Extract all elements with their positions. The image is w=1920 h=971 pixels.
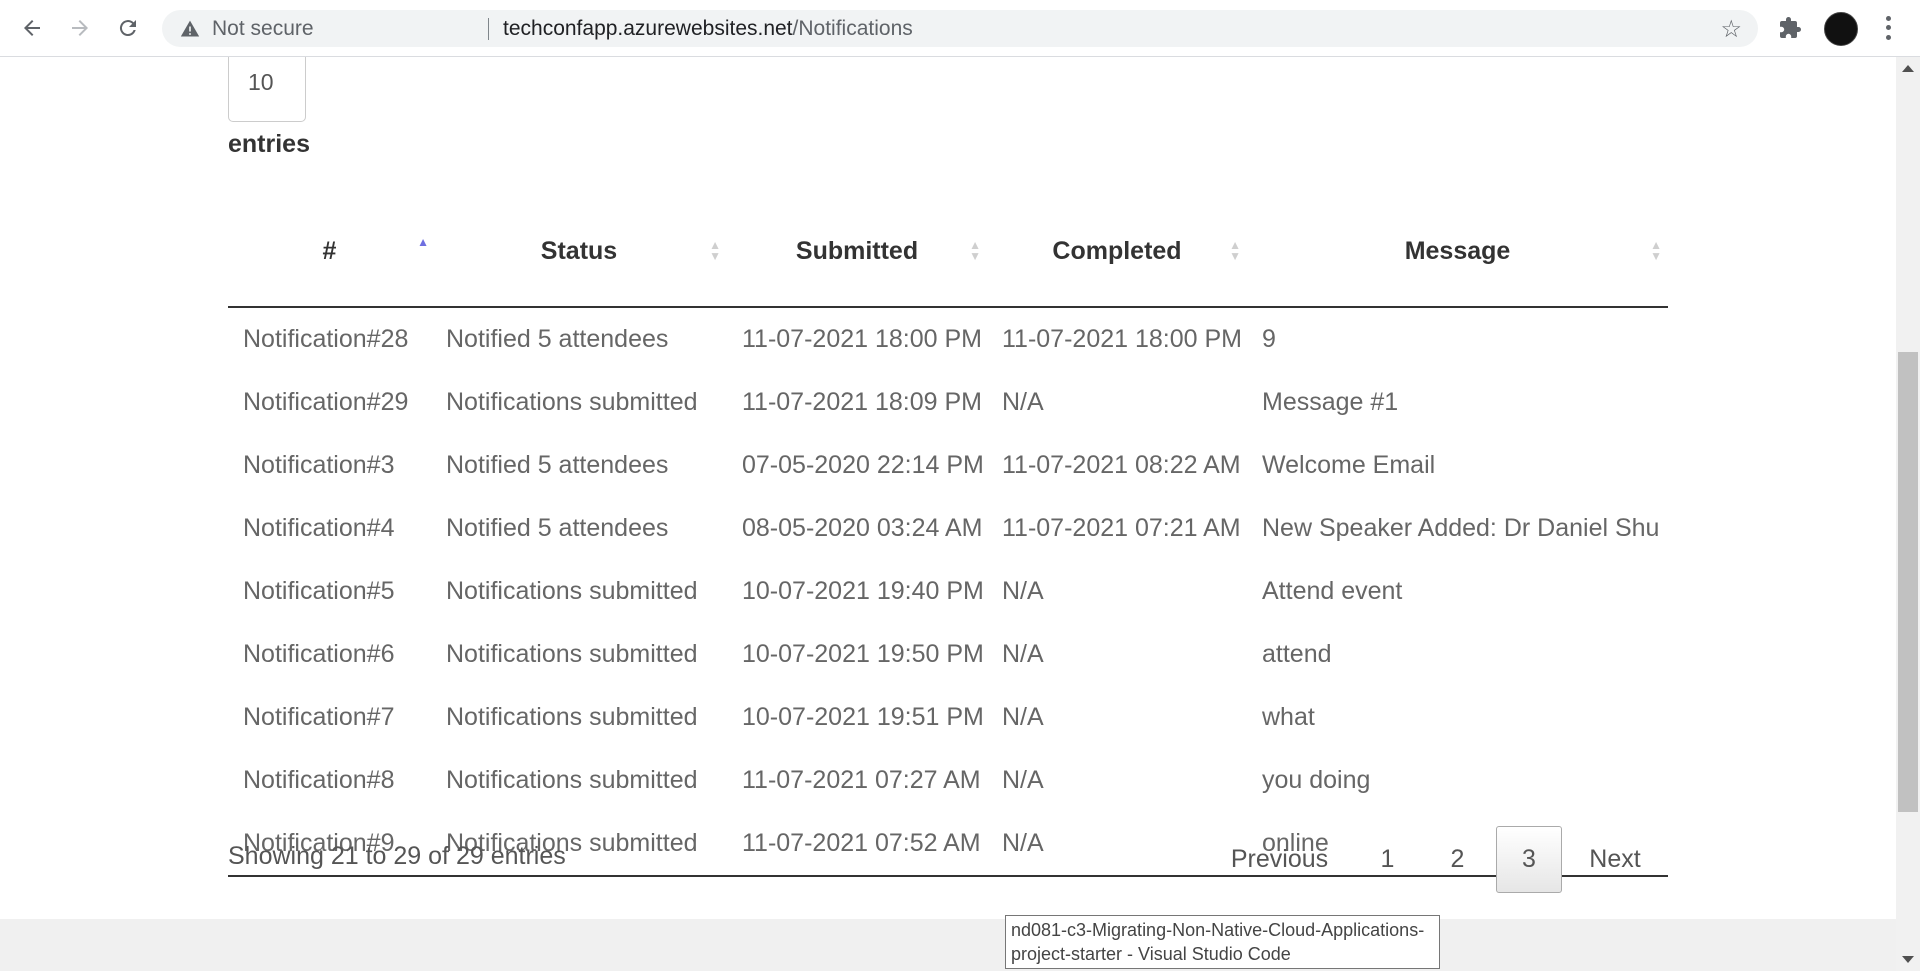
table-row: Notification#4 Notified 5 attendees 08-0… bbox=[228, 497, 1668, 560]
pagination-page-1[interactable]: 1 bbox=[1360, 826, 1415, 893]
cell-submitted: 07-05-2020 22:14 PM bbox=[742, 451, 984, 479]
pagination-page-3-current[interactable]: 3 bbox=[1496, 826, 1562, 893]
cell-completed: 11-07-2021 07:21 AM bbox=[1002, 514, 1241, 542]
warning-icon bbox=[180, 20, 200, 37]
page-footer bbox=[0, 919, 1896, 971]
cell-id: Notification#3 bbox=[243, 451, 395, 479]
scroll-down-icon[interactable] bbox=[1902, 956, 1914, 963]
table-header-row: # ▲ ▼ Status ▲ ▼ Submitted ▲ ▼ Completed ▲ ▼ Mes… bbox=[228, 197, 1668, 308]
column-header-label: Completed bbox=[1052, 237, 1182, 265]
forward-icon[interactable] bbox=[66, 14, 94, 42]
browser-menu-icon[interactable] bbox=[1882, 14, 1894, 42]
cell-completed: N/A bbox=[1002, 640, 1044, 668]
sort-icon: ▲ ▼ bbox=[709, 238, 721, 263]
sort-icon: ▲ ▼ bbox=[1229, 238, 1241, 263]
cell-id: Notification#6 bbox=[243, 640, 395, 668]
entries-label: entries bbox=[228, 130, 310, 158]
cell-status: Notifications submitted bbox=[446, 640, 698, 668]
sort-icon: ▲ ▼ bbox=[969, 238, 981, 263]
bookmark-star-icon[interactable]: ☆ bbox=[1720, 15, 1742, 44]
cell-submitted: 11-07-2021 18:00 PM bbox=[742, 325, 982, 353]
cell-status: Notified 5 attendees bbox=[446, 451, 669, 479]
sort-icon: ▲ ▼ bbox=[1650, 238, 1662, 263]
cell-status: Notified 5 attendees bbox=[446, 514, 669, 542]
cell-submitted: 11-07-2021 18:09 PM bbox=[742, 388, 982, 416]
column-header-number[interactable]: # ▲ ▼ bbox=[228, 197, 431, 308]
column-header-status[interactable]: Status ▲ ▼ bbox=[431, 197, 727, 308]
cell-message: Welcome Email bbox=[1262, 451, 1436, 479]
scroll-up-icon[interactable] bbox=[1902, 65, 1914, 72]
table-row: Notification#5 Notifications submitted 1… bbox=[228, 560, 1668, 623]
table-row: Notification#7 Notifications submitted 1… bbox=[228, 686, 1668, 749]
pagination-page-2[interactable]: 2 bbox=[1430, 826, 1485, 893]
column-header-submitted[interactable]: Submitted ▲ ▼ bbox=[727, 197, 987, 308]
cell-submitted: 08-05-2020 03:24 AM bbox=[742, 514, 983, 542]
url-host: techconfapp.azurewebsites.net bbox=[503, 17, 793, 40]
cell-submitted: 11-07-2021 07:27 AM bbox=[742, 766, 981, 794]
cell-message: Message #1 bbox=[1262, 388, 1399, 416]
cell-id: Notification#8 bbox=[243, 766, 395, 794]
pagination-next[interactable]: Next bbox=[1575, 826, 1655, 893]
url-text[interactable]: techconfapp.azurewebsites.net/Notificati… bbox=[503, 17, 913, 41]
column-header-label: Status bbox=[540, 237, 618, 265]
cell-status: Notifications submitted bbox=[446, 388, 698, 416]
column-header-label: # bbox=[322, 237, 337, 265]
cell-message: what bbox=[1262, 703, 1315, 731]
cell-id: Notification#29 bbox=[243, 388, 409, 416]
column-header-label: Message bbox=[1404, 237, 1511, 265]
security-label[interactable]: Not secure bbox=[212, 17, 314, 41]
back-icon[interactable] bbox=[18, 14, 46, 42]
table-row: Notification#3 Notified 5 attendees 07-0… bbox=[228, 434, 1668, 497]
column-header-message[interactable]: Message ▲ ▼ bbox=[1247, 197, 1668, 308]
cell-message: attend bbox=[1262, 640, 1332, 668]
cell-submitted: 10-07-2021 19:50 PM bbox=[742, 640, 984, 668]
divider bbox=[488, 18, 489, 40]
cell-status: Notifications submitted bbox=[446, 766, 698, 794]
cell-completed: N/A bbox=[1002, 703, 1044, 731]
extensions-puzzle-icon[interactable] bbox=[1778, 16, 1802, 40]
cell-submitted: 10-07-2021 19:40 PM bbox=[742, 577, 984, 605]
cell-completed: 11-07-2021 08:22 AM bbox=[1002, 451, 1241, 479]
browser-toolbar: Not secure techconfapp.azurewebsites.net… bbox=[0, 0, 1920, 57]
cell-id: Notification#4 bbox=[243, 514, 395, 542]
cell-completed: 11-07-2021 18:00 PM bbox=[1002, 325, 1242, 353]
cell-submitted: 11-07-2021 07:52 AM bbox=[727, 812, 987, 877]
cell-completed: N/A bbox=[1002, 766, 1044, 794]
address-bar[interactable]: Not secure techconfapp.azurewebsites.net… bbox=[162, 10, 1758, 47]
cell-completed: N/A bbox=[1002, 388, 1044, 416]
table-row: Notification#28 Notified 5 attendees 11-… bbox=[228, 307, 1668, 371]
cell-message: Attend event bbox=[1262, 577, 1403, 605]
scrollbar-thumb[interactable] bbox=[1898, 352, 1918, 812]
table-row: Notification#6 Notifications submitted 1… bbox=[228, 623, 1668, 686]
cell-message: you doing bbox=[1262, 766, 1371, 794]
cell-id: Notification#5 bbox=[243, 577, 395, 605]
vertical-scrollbar[interactable] bbox=[1896, 57, 1920, 971]
cell-message: 9 bbox=[1262, 325, 1276, 353]
taskbar-tooltip: nd081-c3-Migrating-Non-Native-Cloud-Appl… bbox=[1005, 915, 1440, 969]
cell-id: Notification#7 bbox=[243, 703, 395, 731]
cell-status: Notified 5 attendees bbox=[446, 325, 669, 353]
profile-avatar[interactable] bbox=[1824, 12, 1858, 46]
page-content: 10 entries # ▲ ▼ Status ▲ ▼ Submitted ▲ ▼ Comp… bbox=[0, 57, 1896, 919]
cell-completed: N/A bbox=[1002, 577, 1044, 605]
cell-status: Notifications submitted bbox=[446, 577, 698, 605]
column-header-label: Submitted bbox=[795, 237, 919, 265]
sort-ascending-icon: ▲ ▼ bbox=[417, 235, 429, 260]
column-header-completed[interactable]: Completed ▲ ▼ bbox=[987, 197, 1247, 308]
table-info: Showing 21 to 29 of 29 entries bbox=[228, 842, 566, 870]
cell-submitted: 10-07-2021 19:51 PM bbox=[742, 703, 984, 731]
cell-id: Notification#28 bbox=[243, 325, 409, 353]
pagination-previous[interactable]: Previous bbox=[1217, 826, 1342, 893]
notifications-table: # ▲ ▼ Status ▲ ▼ Submitted ▲ ▼ Completed ▲ ▼ Mes… bbox=[228, 197, 1668, 877]
table-row: Notification#29 Notifications submitted … bbox=[228, 371, 1668, 434]
reload-icon[interactable] bbox=[114, 14, 142, 42]
entries-length-select[interactable]: 10 bbox=[228, 57, 306, 122]
cell-status: Notifications submitted bbox=[446, 703, 698, 731]
url-path: /Notifications bbox=[792, 17, 913, 40]
table-row: Notification#8 Notifications submitted 1… bbox=[228, 749, 1668, 812]
cell-completed: N/A bbox=[987, 812, 1247, 877]
cell-message: New Speaker Added: Dr Daniel Shu bbox=[1262, 514, 1660, 542]
